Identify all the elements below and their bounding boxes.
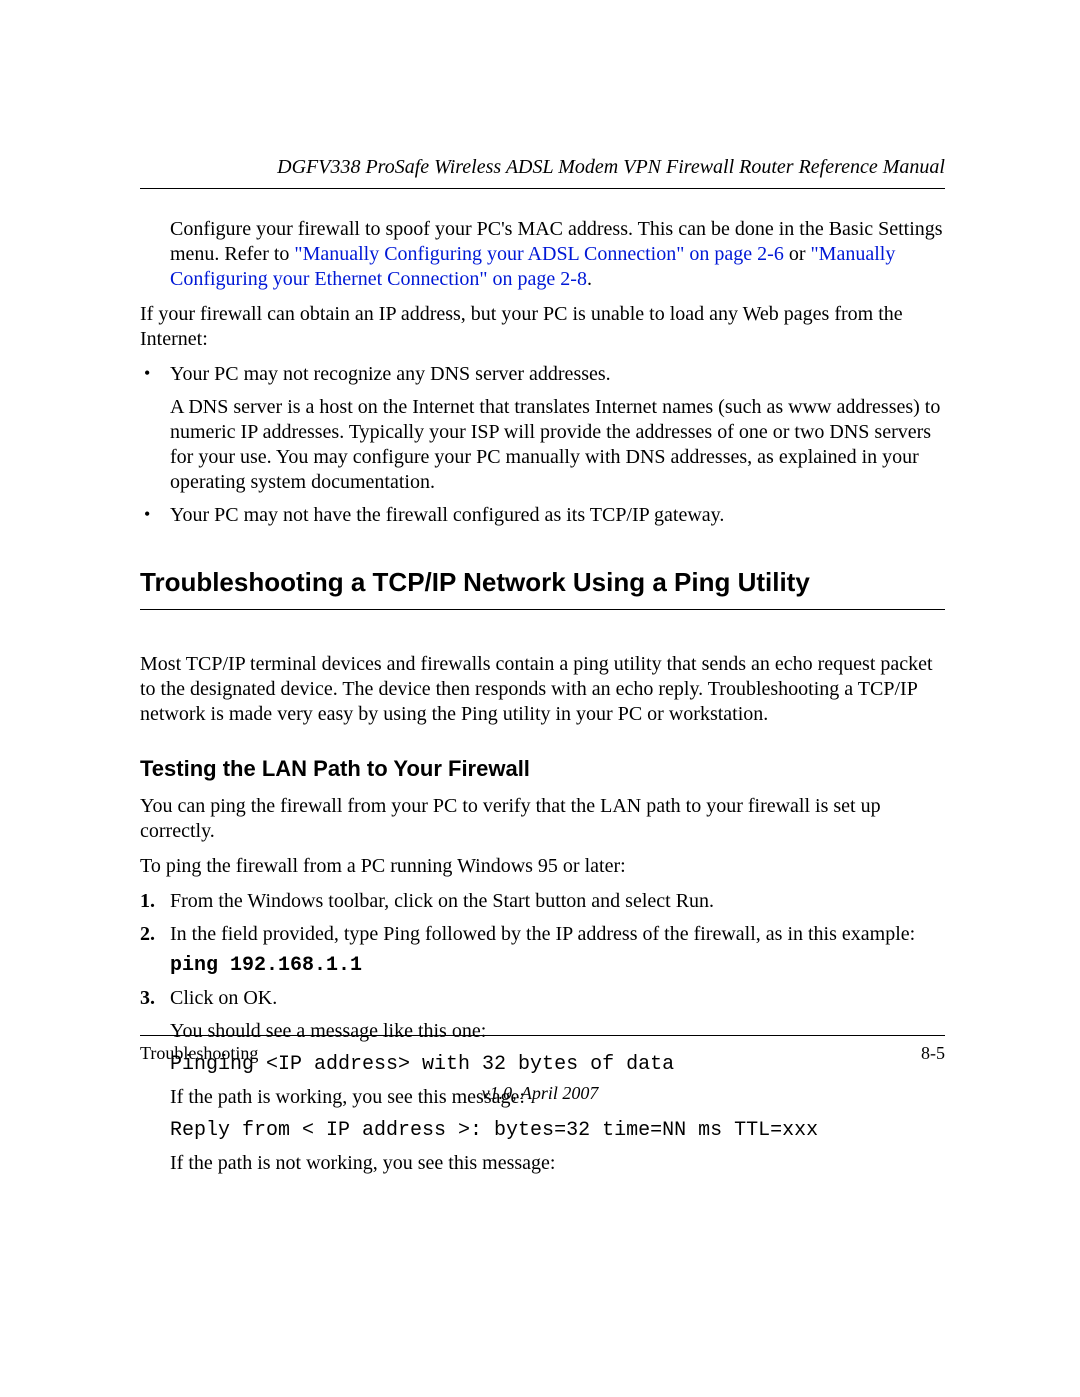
section-intro: Most TCP/IP terminal devices and firewal… bbox=[140, 652, 945, 727]
bullet-item-dns: Your PC may not recognize any DNS server… bbox=[140, 362, 945, 495]
step-3-text: Click on OK. bbox=[170, 987, 277, 1009]
footer-page-number: 8-5 bbox=[921, 1042, 945, 1065]
section-heading-ping: Troubleshooting a TCP/IP Network Using a… bbox=[140, 566, 945, 610]
paragraph-ip-address: If your firewall can obtain an IP addres… bbox=[140, 302, 945, 352]
bullet-lead: Your PC may not recognize any DNS server… bbox=[170, 362, 945, 387]
intro-after: . bbox=[587, 268, 592, 290]
bullet-item-gateway: Your PC may not have the firewall config… bbox=[140, 503, 945, 528]
footer-chapter: Troubleshooting bbox=[140, 1042, 258, 1065]
bullet-list: Your PC may not recognize any DNS server… bbox=[140, 362, 945, 528]
page: DGFV338 ProSafe Wireless ADSL Modem VPN … bbox=[0, 0, 1080, 1397]
step-3-p3: If the path is not working, you see this… bbox=[170, 1151, 945, 1176]
step-1: From the Windows toolbar, click on the S… bbox=[140, 889, 945, 914]
link-adsl-config[interactable]: "Manually Configuring your ADSL Connecti… bbox=[294, 243, 783, 265]
subsection-heading-lan-path: Testing the LAN Path to Your Firewall bbox=[140, 755, 945, 783]
intro-between: or bbox=[784, 243, 811, 265]
bullet-detail: A DNS server is a host on the Internet t… bbox=[170, 395, 945, 495]
step-3: Click on OK. You should see a message li… bbox=[140, 986, 945, 1176]
ordered-steps: From the Windows toolbar, click on the S… bbox=[140, 889, 945, 1176]
step-2: In the field provided, type Ping followe… bbox=[140, 922, 945, 978]
bullet-lead: Your PC may not have the firewall config… bbox=[170, 503, 945, 528]
step-2-code: ping 192.168.1.1 bbox=[170, 953, 945, 978]
footer-version: v1.0, April 2007 bbox=[0, 1082, 1080, 1105]
subsection-p1: You can ping the firewall from your PC t… bbox=[140, 794, 945, 844]
intro-refer-paragraph: Configure your firewall to spoof your PC… bbox=[170, 217, 945, 292]
subsection-p2: To ping the firewall from a PC running W… bbox=[140, 854, 945, 879]
step-2-text: In the field provided, type Ping followe… bbox=[170, 923, 915, 945]
page-footer: Troubleshooting 8-5 bbox=[140, 1035, 945, 1065]
step-3-code2: Reply from < IP address >: bytes=32 time… bbox=[170, 1118, 945, 1143]
running-header: DGFV338 ProSafe Wireless ADSL Modem VPN … bbox=[140, 155, 945, 189]
step-1-text: From the Windows toolbar, click on the S… bbox=[170, 890, 714, 912]
